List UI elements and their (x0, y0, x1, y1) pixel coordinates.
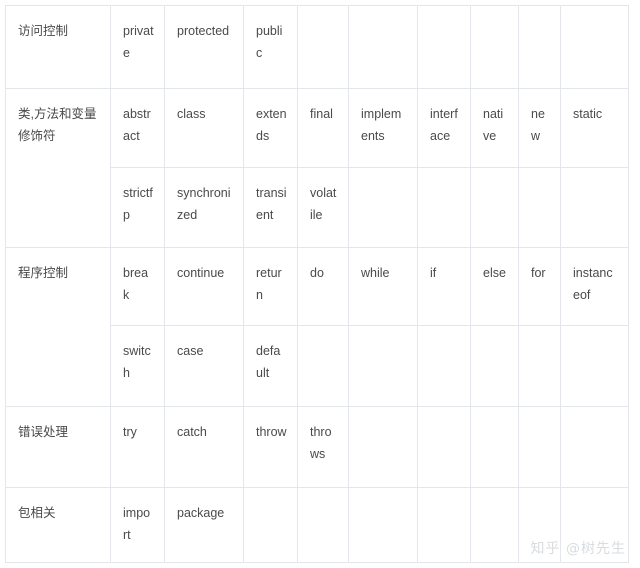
keyword-cell: while (348, 247, 418, 326)
keyword-cell-empty (470, 325, 519, 407)
keyword-cell-empty (417, 5, 471, 89)
table-row-flow-1: 程序控制 break continue return do while if e… (5, 247, 629, 407)
keyword-cell-empty (417, 406, 471, 488)
keyword-cell-empty (297, 487, 349, 563)
keyword-cell: transient (243, 167, 298, 248)
keyword-cell-empty (560, 406, 629, 488)
keyword-cell: protected (164, 5, 244, 89)
keyword-cell-empty (560, 5, 629, 89)
table-row-error-handling: 错误处理 try catch throw throws (5, 406, 629, 488)
keyword-cell-empty (417, 325, 471, 407)
keyword-cell: import (110, 487, 165, 563)
keyword-cell-empty (348, 5, 418, 89)
keyword-cell-empty (560, 167, 629, 248)
keyword-cell: implements (348, 88, 418, 168)
keyword-cell-empty (470, 406, 519, 488)
keyword-cell-empty (518, 406, 561, 488)
category-label-program-control: 程序控制 (5, 247, 111, 407)
keyword-cell: switch (110, 325, 165, 407)
keyword-cell: if (417, 247, 471, 326)
keyword-cell-empty (470, 167, 519, 248)
keyword-cell-empty (560, 487, 629, 563)
keyword-cell: else (470, 247, 519, 326)
keyword-cell: break (110, 247, 165, 326)
java-keywords-table: 访问控制 private protected public 类,方法和变量修饰符… (5, 5, 629, 563)
keyword-cell: for (518, 247, 561, 326)
keyword-cell-empty (417, 487, 471, 563)
keyword-cell: synchronized (164, 167, 244, 248)
category-label-package: 包相关 (5, 487, 111, 563)
table-row-modifiers-1: 类,方法和变量修饰符 abstract class extends final … (5, 88, 629, 248)
keyword-cell: static (560, 88, 629, 168)
keyword-cell: private (110, 5, 165, 89)
keyword-cell: throws (297, 406, 349, 488)
keyword-cell-empty (297, 325, 349, 407)
keyword-cell-empty (417, 167, 471, 248)
keyword-cell-empty (470, 487, 519, 563)
keyword-cell: default (243, 325, 298, 407)
keyword-cell: continue (164, 247, 244, 326)
keyword-cell: volatile (297, 167, 349, 248)
category-label-error-handling: 错误处理 (5, 406, 111, 488)
keyword-cell-empty (348, 406, 418, 488)
keyword-cell: extends (243, 88, 298, 168)
keyword-cell-empty (518, 167, 561, 248)
keyword-cell: instanceof (560, 247, 629, 326)
keyword-cell: strictfp (110, 167, 165, 248)
table-row-package: 包相关 import package (5, 487, 629, 563)
keyword-cell-empty (518, 487, 561, 563)
keyword-cell: throw (243, 406, 298, 488)
keyword-cell: package (164, 487, 244, 563)
keyword-cell: class (164, 88, 244, 168)
keyword-cell-empty (518, 325, 561, 407)
keyword-cell: return (243, 247, 298, 326)
keyword-cell: new (518, 88, 561, 168)
keyword-cell-empty (243, 487, 298, 563)
keyword-cell-empty (348, 487, 418, 563)
keyword-cell-empty (297, 5, 349, 89)
keyword-cell-empty (348, 167, 418, 248)
category-label-access-control: 访问控制 (5, 5, 111, 89)
keyword-cell: do (297, 247, 349, 326)
keyword-cell: catch (164, 406, 244, 488)
keyword-cell: case (164, 325, 244, 407)
keyword-cell: interface (417, 88, 471, 168)
keyword-cell-empty (348, 325, 418, 407)
keyword-cell: native (470, 88, 519, 168)
keyword-cell-empty (560, 325, 629, 407)
keyword-cell: abstract (110, 88, 165, 168)
keyword-cell-empty (470, 5, 519, 89)
keyword-cell: try (110, 406, 165, 488)
keyword-cell: public (243, 5, 298, 89)
keyword-cell-empty (518, 5, 561, 89)
category-label-modifiers: 类,方法和变量修饰符 (5, 88, 111, 248)
keyword-cell: final (297, 88, 349, 168)
table-row-access-control: 访问控制 private protected public (5, 5, 629, 89)
